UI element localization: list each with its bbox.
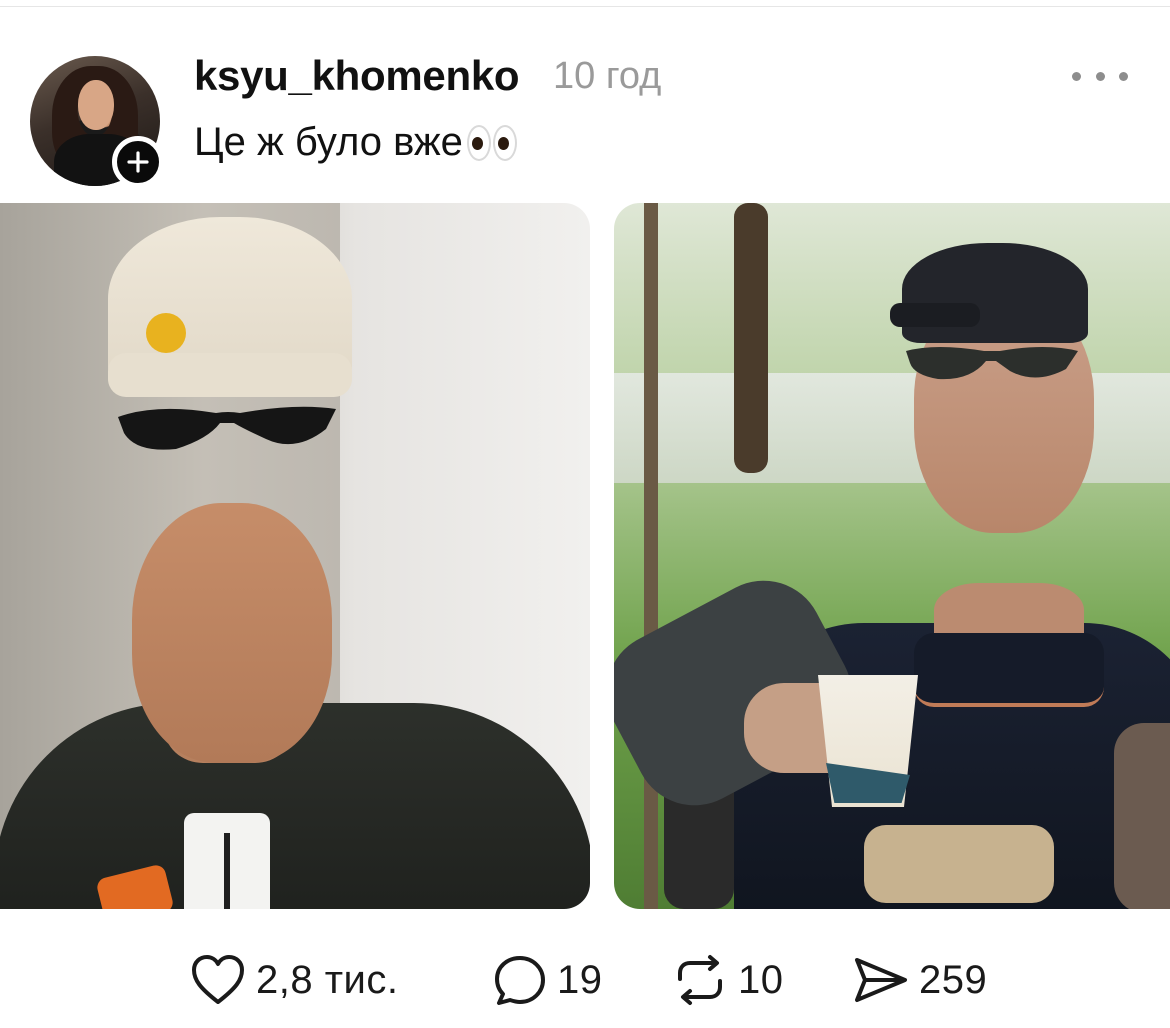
- photo-face: [132, 503, 332, 763]
- plus-icon: [127, 151, 149, 173]
- sunglasses-icon: [906, 347, 1078, 380]
- avatar-container[interactable]: [30, 56, 164, 188]
- more-options-button[interactable]: [1072, 58, 1128, 94]
- eyes-emoji-icon: [466, 124, 519, 161]
- repost-count: 10: [738, 957, 784, 1002]
- like-button[interactable]: 2,8 тис.: [190, 948, 399, 1012]
- comment-count: 19: [557, 957, 603, 1002]
- follow-button[interactable]: [112, 136, 164, 188]
- more-dot-icon: [1072, 71, 1081, 81]
- comment-bubble-icon: [495, 956, 545, 1005]
- post-time: 10 год: [553, 55, 662, 97]
- post-actions-bar: 2,8 тис. 19 10 259: [0, 948, 1170, 1012]
- photo-zipper: [224, 833, 230, 909]
- photo-tattooed-arm: [1114, 723, 1170, 909]
- like-count: 2,8 тис.: [256, 957, 399, 1002]
- avatar-face: [78, 80, 114, 130]
- username-link[interactable]: ksyu_khomenko: [194, 52, 520, 100]
- repost-icon: [678, 955, 722, 1005]
- send-icon: [855, 958, 907, 1002]
- heart-icon: [192, 955, 244, 1004]
- photo-collar: [914, 633, 1104, 707]
- eye-left-icon: [466, 124, 491, 161]
- more-dot-icon: [1119, 71, 1128, 81]
- top-divider: [0, 6, 1170, 7]
- photo-wrist-brace: [864, 825, 1054, 903]
- share-button[interactable]: 259: [853, 948, 987, 1012]
- caption-text: Це ж було вже: [194, 120, 463, 164]
- photo-beanie-band: [108, 353, 352, 397]
- more-dot-icon: [1095, 71, 1105, 81]
- comment-button[interactable]: 19: [493, 948, 603, 1012]
- photo-cap: [902, 243, 1088, 343]
- repost-button[interactable]: 10: [672, 948, 784, 1012]
- smiley-patch-icon: [146, 313, 186, 353]
- photo-tree-trunk: [734, 203, 768, 473]
- share-count: 259: [919, 957, 988, 1002]
- eye-right-icon: [492, 124, 517, 161]
- photo-cap-brim: [890, 303, 980, 327]
- sunglasses-icon: [118, 406, 336, 450]
- photo-tree-trunk: [644, 203, 658, 909]
- post-image-2[interactable]: [614, 203, 1170, 909]
- post-image-1[interactable]: [0, 203, 590, 909]
- post-caption: Це ж було вже: [194, 120, 519, 165]
